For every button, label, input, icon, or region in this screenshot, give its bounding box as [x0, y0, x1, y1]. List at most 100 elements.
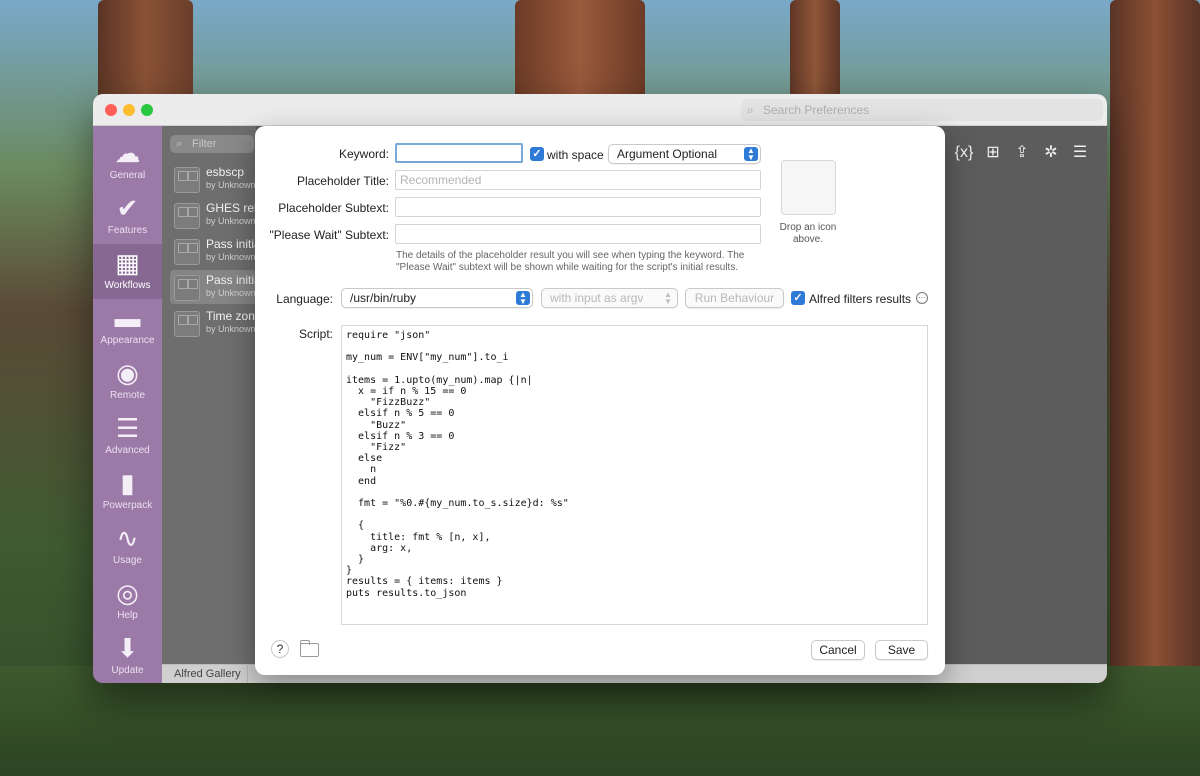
sidebar-item-appearance[interactable]: ▬ Appearance — [93, 299, 162, 354]
minimize-window-button[interactable] — [123, 104, 135, 116]
sidebar-item-features[interactable]: ✔ Features — [93, 189, 162, 244]
cancel-button[interactable]: Cancel — [811, 640, 865, 660]
sidebar-item-general[interactable]: ☁ General — [93, 134, 162, 189]
workflow-icon — [174, 239, 200, 265]
placeholder-title-label: Placeholder Title: — [296, 174, 389, 188]
workflow-name: Time zones — [206, 309, 256, 323]
sidebar-item-label: Help — [117, 610, 138, 621]
workflow-icon — [174, 275, 200, 301]
workflow-list-pane: ⌕ Filter esbscpby UnknownGHES releaseby … — [162, 126, 256, 683]
please-wait-subtext-input[interactable] — [395, 224, 761, 244]
placeholder-help-text: The details of the placeholder result yo… — [396, 250, 745, 273]
sidebar-item-label: Powerpack — [102, 500, 153, 511]
list-item[interactable]: Pass initialby Unknown — [170, 234, 256, 268]
argument-option-select[interactable]: Argument Optional ▲ ▼ — [608, 144, 761, 164]
language-select[interactable]: /usr/bin/ruby ▲ ▼ — [341, 288, 533, 308]
sidebar-item-label: Update — [111, 665, 144, 676]
run-behaviour-button[interactable]: Run Behaviour — [685, 288, 784, 308]
share-icon[interactable]: ⇪ — [1011, 142, 1033, 164]
workflow-name: Pass initial — [206, 237, 256, 251]
search-icon: ⌕ — [176, 138, 183, 150]
zoom-window-button[interactable] — [141, 104, 153, 116]
sidebar-item-label: Remote — [109, 390, 145, 401]
script-label: Script: — [298, 327, 333, 341]
sidebar-item-update[interactable]: ⬇ Update — [93, 629, 162, 683]
title-bar: ⌕ Search Preferences — [93, 94, 1107, 126]
hat-icon: ☁ — [114, 138, 141, 168]
search-icon: ⌕ — [747, 103, 754, 117]
search-preferences-input[interactable]: ⌕ Search Preferences — [741, 99, 1103, 121]
keyword-input[interactable] — [395, 143, 523, 163]
help-button[interactable]: ? — [271, 640, 289, 658]
input-mode-value: with input as argv — [550, 291, 644, 305]
placeholder-title-input[interactable]: Recommended — [395, 170, 761, 190]
sliders-icon: ☰ — [115, 413, 140, 443]
remote-icon: ◉ — [116, 358, 139, 388]
list-item[interactable]: GHES releaseby Unknown — [170, 198, 256, 232]
list-item[interactable]: Time zonesby Unknown — [170, 306, 256, 340]
save-button[interactable]: Save — [875, 640, 928, 660]
alfred-filters-results-checkbox[interactable]: ✓ — [791, 291, 805, 305]
script-filter-sheet: Keyword: ✓ with space Argument Optional … — [255, 126, 945, 675]
folder-icon[interactable] — [300, 640, 319, 657]
close-window-button[interactable] — [105, 104, 117, 116]
language-value: /usr/bin/ruby — [350, 291, 417, 305]
workflow-name: GHES release — [206, 201, 256, 215]
language-label: Language: — [276, 292, 333, 306]
script-editor[interactable]: require "json" my_num = ENV["my_num"].to… — [341, 325, 928, 625]
please-wait-subtext-label: "Please Wait" Subtext: — [269, 228, 389, 242]
filter-placeholder: Filter — [192, 138, 217, 150]
lifebuoy-icon: ◎ — [116, 578, 139, 608]
input-mode-select[interactable]: with input as argv ▲ ▼ — [541, 288, 678, 308]
sidebar-item-usage[interactable]: ∿ Usage — [93, 519, 162, 574]
sidebar-item-remote[interactable]: ◉ Remote — [93, 354, 162, 409]
sidebar-item-label: Appearance — [100, 335, 155, 346]
argument-option-value: Argument Optional — [617, 147, 718, 161]
chevron-updown-icon: ▲ ▼ — [516, 291, 530, 306]
sidebar-item-help[interactable]: ◎ Help — [93, 574, 162, 629]
add-object-icon[interactable]: ⊞ — [982, 142, 1004, 164]
checkmark-icon: ✔ — [116, 193, 139, 223]
workflow-name: Pass initial — [206, 273, 256, 287]
workflow-author: by Unknown — [206, 216, 256, 226]
workflow-icon — [174, 203, 200, 229]
workflow-filter-input[interactable]: ⌕ Filter — [170, 135, 254, 153]
keyword-label: Keyword: — [338, 147, 389, 161]
sidebar-item-workflows[interactable]: ▦ Workflows — [93, 244, 162, 299]
alfred-filters-results-label: Alfred filters results — [809, 292, 912, 306]
script-code: require "json" my_num = ENV["my_num"].to… — [346, 330, 569, 599]
workflow-author: by Unknown — [206, 324, 256, 334]
chart-line-icon: ∿ — [116, 523, 139, 553]
debug-bug-icon[interactable]: ✲ — [1040, 142, 1062, 164]
download-icon: ⬇ — [116, 633, 139, 663]
with-space-checkbox[interactable]: ✓ — [530, 147, 544, 161]
list-item[interactable]: esbscp by Unknown — [170, 162, 256, 196]
sidebar-item-label: Usage — [113, 555, 142, 566]
workflow-name: esbscp — [206, 165, 245, 179]
icon-drop-well[interactable] — [781, 160, 836, 215]
sidebar-item-powerpack[interactable]: ▮ Powerpack — [93, 464, 162, 519]
sidebar-item-label: General — [109, 170, 146, 181]
icon-drop-caption: Drop an icon above. — [779, 222, 837, 245]
grid-icon: ▦ — [115, 248, 140, 278]
sidebar-item-label: Workflows — [104, 280, 151, 291]
placeholder-subtext-input[interactable] — [395, 197, 761, 217]
with-space-label: with space — [547, 148, 604, 162]
battery-icon: ▮ — [120, 468, 135, 498]
workflow-icon — [174, 311, 200, 337]
sidebar-item-advanced[interactable]: ☰ Advanced — [93, 409, 162, 464]
workflow-icon — [174, 167, 200, 193]
search-preferences-placeholder: Search Preferences — [763, 103, 870, 117]
background-tree-trunk — [1110, 0, 1200, 776]
placeholder-title-placeholder: Recommended — [400, 173, 482, 187]
notes-lines-icon[interactable]: ☰ — [1069, 142, 1091, 164]
variables-icon[interactable]: {x} — [953, 142, 975, 164]
list-item[interactable]: Pass initialby Unknown — [170, 270, 256, 304]
sidebar-item-label: Advanced — [105, 445, 150, 456]
workflow-author: by Unknown — [206, 288, 256, 298]
alfred-gallery-tab[interactable]: Alfred Gallery — [162, 665, 248, 683]
chevron-updown-icon: ▲ ▼ — [664, 290, 672, 306]
placeholder-subtext-label: Placeholder Subtext: — [278, 201, 389, 215]
more-options-icon[interactable]: ··· — [916, 292, 928, 304]
workflow-author: by Unknown — [206, 252, 256, 262]
